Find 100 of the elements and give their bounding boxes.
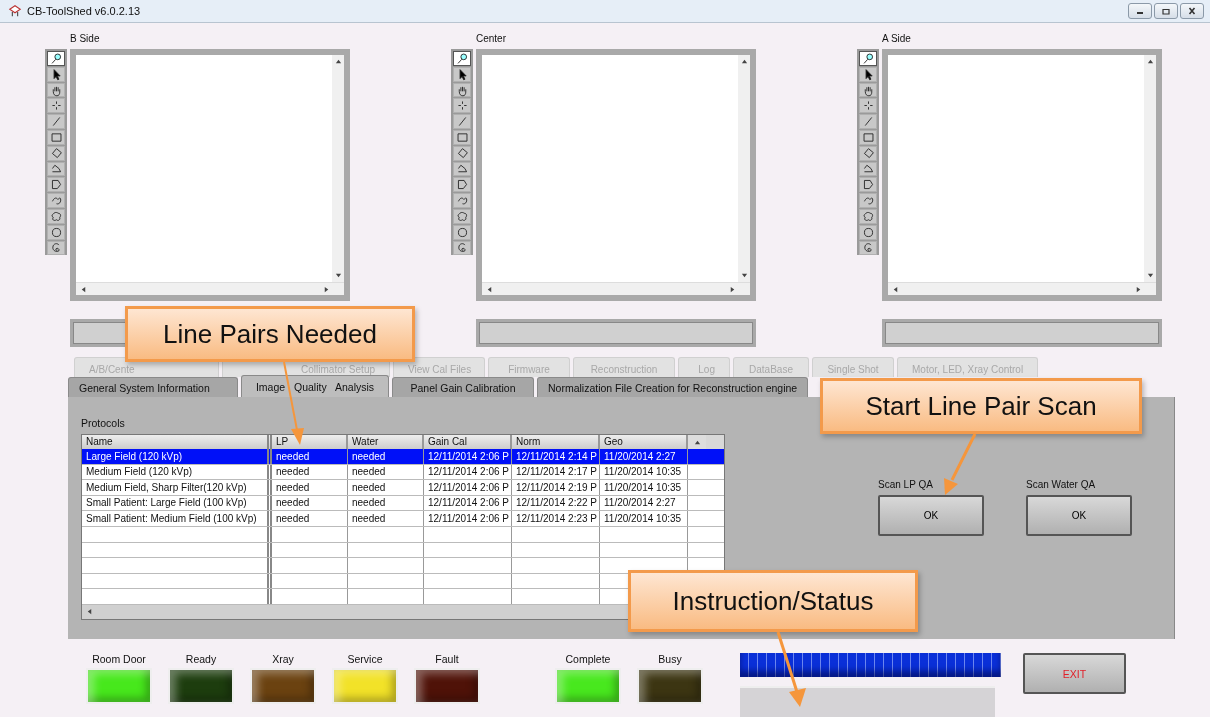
table-title: Protocols — [81, 417, 126, 431]
table-cell: 12/11/2014 2:06 P — [424, 495, 512, 511]
table-row[interactable]: Small Patient: Medium Field (100 kVp) needed needed 12/11/2014 2:06 P 12/11/2014 2:23 P 11/20/2014 10:35 — [82, 511, 724, 527]
rectangle-icon — [861, 130, 875, 144]
tool-button[interactable] — [47, 98, 65, 114]
scrollbar[interactable] — [1144, 55, 1156, 282]
tool-button[interactable] — [47, 224, 65, 240]
ok-button[interactable]: OK — [1026, 495, 1132, 536]
table-cell: 12/11/2014 2:06 P — [424, 480, 512, 495]
viewer-label: A Side — [882, 33, 912, 46]
minimize-button[interactable] — [1128, 3, 1152, 19]
tab[interactable]: Panel Gain Calibration — [392, 377, 534, 397]
tool-button[interactable] — [453, 66, 471, 82]
table-cell: 11/20/2014 2:27 — [600, 495, 688, 511]
column-header[interactable]: Name — [82, 435, 272, 449]
polygon-icon — [49, 178, 63, 192]
tool-button[interactable] — [453, 240, 471, 256]
tool-button[interactable] — [47, 240, 65, 256]
tool-button[interactable] — [453, 98, 471, 114]
indicator-label: Room Door — [92, 653, 146, 667]
table-row[interactable]: Medium Field, Sharp Filter(120 kVp) needed needed 12/11/2014 2:06 P 12/11/2014 2:19 P 11/20/2014 10:35 — [82, 480, 724, 496]
tool-button[interactable] — [859, 240, 877, 256]
scroll-right-icon[interactable] — [729, 285, 736, 293]
table-cell: Small Patient: Medium Field (100 kVp) — [82, 511, 272, 526]
indicator-label: Ready — [185, 653, 217, 667]
restore-button[interactable] — [1154, 3, 1178, 19]
tool-button[interactable] — [859, 177, 877, 193]
tool-button[interactable] — [859, 51, 877, 66]
button-caption: Scan LP QA — [878, 479, 934, 492]
scroll-left-icon[interactable] — [892, 285, 899, 293]
button-caption: Scan Water QA — [1026, 479, 1097, 492]
table-row[interactable]: Large Field (120 kVp) needed needed 12/11/2014 2:06 P 12/11/2014 2:14 P 11/20/2014 2:27 — [82, 449, 724, 465]
scroll-down-icon[interactable] — [1146, 272, 1154, 279]
scroll-up-icon[interactable] — [740, 58, 748, 65]
tool-button[interactable] — [47, 66, 65, 82]
table-cell: Small Patient: Large Field (100 kVp) — [82, 495, 272, 511]
freehand-icon — [49, 194, 63, 208]
spiral-icon — [455, 241, 469, 255]
table-row[interactable]: Small Patient: Large Field (100 kVp) needed needed 12/11/2014 2:06 P 12/11/2014 2:22 P 11/20/2014 2:27 — [82, 495, 724, 512]
crosshair-icon — [49, 99, 63, 113]
tool-button[interactable] — [859, 98, 877, 114]
spiral-icon — [861, 241, 875, 255]
scrollbar[interactable] — [738, 55, 750, 282]
table-cell: 12/11/2014 2:06 P — [424, 464, 512, 480]
tab[interactable]: General System Information — [68, 377, 238, 397]
tool-button[interactable] — [859, 66, 877, 82]
ok-button[interactable]: OK — [878, 495, 984, 536]
tool-button[interactable] — [453, 51, 471, 66]
callout-tooltip: Start Line Pair Scan — [820, 378, 1142, 434]
tool-button[interactable] — [453, 177, 471, 193]
indicator-label: Service — [347, 653, 383, 667]
column-header[interactable]: Norm — [512, 435, 600, 449]
restore-icon — [1161, 7, 1171, 15]
callout-tooltip: Instruction/Status — [628, 570, 918, 632]
table-row[interactable]: Medium Field (120 kVp) needed needed 12/11/2014 2:06 P 12/11/2014 2:17 P 11/20/2014 10:35 — [82, 464, 724, 481]
close-button[interactable] — [1180, 3, 1204, 19]
scroll-up-icon[interactable] — [693, 438, 701, 446]
search-icon — [861, 51, 875, 65]
column-header[interactable]: Geo — [600, 435, 688, 449]
column-header[interactable]: LP — [272, 435, 348, 449]
scrollbar[interactable] — [482, 282, 750, 295]
scroll-down-icon[interactable] — [334, 272, 342, 279]
scroll-right-icon[interactable] — [323, 285, 330, 293]
scroll-up-icon[interactable] — [1146, 58, 1154, 65]
scrollbar[interactable] — [332, 55, 344, 282]
indicator-label: Xray — [272, 653, 294, 667]
tool-button[interactable] — [453, 224, 471, 240]
tool-button[interactable] — [47, 51, 65, 66]
crosshair-icon — [455, 99, 469, 113]
table-cell: needed — [348, 495, 424, 511]
table-cell: 11/20/2014 10:35 — [600, 511, 688, 526]
table-cell: needed — [272, 511, 348, 526]
viewer-label: Center — [476, 33, 507, 46]
scroll-left-icon[interactable] — [86, 608, 93, 616]
blob-icon — [861, 209, 875, 223]
tool-button[interactable] — [859, 224, 877, 240]
scrollbar[interactable] — [76, 282, 344, 295]
scroll-up-icon[interactable] — [334, 58, 342, 65]
column-header[interactable]: Gain Cal — [424, 435, 512, 449]
indicator-label: Complete — [565, 653, 611, 667]
rectangle-icon — [49, 130, 63, 144]
table-cell: Medium Field, Sharp Filter(120 kVp) — [82, 480, 272, 495]
blob-icon — [49, 209, 63, 223]
scroll-left-icon[interactable] — [80, 285, 87, 293]
scrollbar[interactable] — [888, 282, 1156, 295]
freehand-icon — [861, 194, 875, 208]
window-title: CB-ToolShed v6.0.2.13 — [27, 5, 141, 17]
scroll-right-icon[interactable] — [1135, 285, 1142, 293]
table-cell: needed — [272, 480, 348, 495]
table-cell: 11/20/2014 10:35 — [600, 480, 688, 495]
table-cell: needed — [348, 449, 424, 464]
diamond-icon — [861, 146, 875, 160]
tab[interactable]: Image Quality Analysis — [241, 375, 389, 397]
tab[interactable]: Normalization File Creation for Reconstruction engine — [537, 377, 809, 397]
scroll-down-icon[interactable] — [740, 272, 748, 279]
tool-button[interactable] — [47, 177, 65, 193]
column-header[interactable]: Water — [348, 435, 424, 449]
spiral-icon — [49, 241, 63, 255]
scroll-left-icon[interactable] — [486, 285, 493, 293]
indicator-label: Busy — [658, 653, 682, 667]
